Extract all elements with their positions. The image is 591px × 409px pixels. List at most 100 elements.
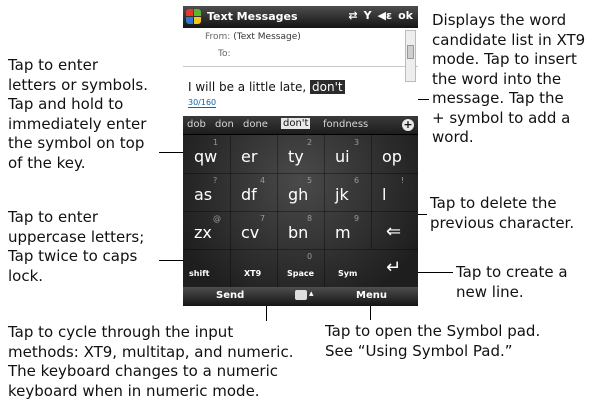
scrollbar-thumb[interactable]: [407, 45, 414, 59]
key-symbol: ?: [213, 176, 218, 185]
sym-key[interactable]: Sym: [324, 249, 371, 287]
key-symbol: 7: [260, 214, 266, 223]
from-value: (Text Message): [233, 32, 301, 42]
key-symbol: 6: [354, 176, 360, 185]
key-symbol: 4: [260, 176, 266, 185]
send-softkey[interactable]: Send: [216, 290, 244, 301]
key-symbol: 1: [213, 138, 219, 147]
key-letters: qw: [194, 147, 218, 166]
key-er[interactable]: er: [230, 135, 277, 173]
word-candidate-list: dob don done don't fondness +: [183, 116, 418, 135]
from-row[interactable]: From: (Text Message): [205, 32, 301, 42]
message-selected-word: don't: [310, 80, 345, 94]
key-symbol: 0: [307, 252, 313, 261]
key-symbol: 2: [307, 138, 313, 147]
callout-word-candidates: Displays the word candidate list in XT9 …: [432, 11, 586, 146]
key-letters: ui: [335, 147, 350, 166]
sym-label: Sym: [338, 269, 358, 278]
callout-cycle-input: Tap to cycle through the input methods: …: [8, 323, 294, 400]
message-body[interactable]: I will be a little late, don't 30/160: [183, 67, 418, 116]
start-flag-blue: [186, 17, 193, 24]
space-label: Space: [287, 269, 315, 278]
key-symbol: 5: [307, 176, 313, 185]
key-zx[interactable]: @ zx: [183, 211, 230, 249]
key-symbol: !: [401, 176, 405, 185]
space-key[interactable]: 0 Space: [277, 249, 324, 287]
key-op[interactable]: op: [371, 135, 418, 173]
enter-key[interactable]: ↵: [371, 249, 418, 287]
key-symbol: @: [213, 214, 221, 223]
xt9-key[interactable]: XT9: [230, 249, 277, 287]
volume-icon: ◀ε: [377, 9, 393, 22]
to-row[interactable]: To:: [218, 49, 231, 59]
key-gh[interactable]: 5 gh: [277, 173, 324, 211]
from-label: From:: [205, 32, 231, 42]
phone-screen: Text Messages ⇄ Y ◀ε ok From: (Text Mess…: [183, 6, 418, 306]
message-scrollbar[interactable]: [405, 30, 416, 82]
key-df[interactable]: 4 df: [230, 173, 277, 211]
candidate-word[interactable]: dob: [187, 119, 206, 130]
menu-softkey[interactable]: Menu: [356, 290, 387, 301]
candidate-word[interactable]: done: [243, 119, 268, 130]
key-qw[interactable]: 1 qw: [183, 135, 230, 173]
start-flag-yellow: [194, 17, 201, 24]
key-letters: m: [335, 223, 351, 242]
key-letters: l: [382, 185, 387, 204]
key-letters: gh: [288, 185, 309, 204]
key-as[interactable]: ? as: [183, 173, 230, 211]
callout-symbol-pad: Tap to open the Symbol pad. See “Using S…: [325, 322, 541, 360]
status-icons: ⇄ Y ◀ε ok: [348, 9, 413, 22]
candidate-word[interactable]: fondness: [323, 119, 368, 130]
key-symbol: 9: [354, 214, 360, 223]
windows-start-icon[interactable]: [186, 9, 202, 25]
key-letters: er: [241, 147, 258, 166]
xt9-label: XT9: [244, 269, 262, 278]
key-letters: op: [382, 147, 402, 166]
key-letters: jk: [335, 185, 349, 204]
key-letters: ty: [288, 147, 304, 166]
key-m[interactable]: 9 m: [324, 211, 371, 249]
data-transfer-icon: ⇄: [348, 9, 358, 22]
key-letters: df: [241, 185, 257, 204]
start-flag-red: [186, 9, 193, 16]
key-jk[interactable]: 6 jk: [324, 173, 371, 211]
char-count: 30/160: [188, 98, 217, 108]
key-l[interactable]: ! l: [371, 173, 418, 211]
keyboard: 1 qw er 2 ty 3 ui op ? as 4 df 5 gh 6 jk…: [183, 135, 418, 287]
key-symbol: 8: [307, 214, 313, 223]
input-selector-button[interactable]: ▴: [295, 289, 315, 303]
callout-uppercase: Tap to enter uppercase letters; Tap twic…: [8, 208, 145, 285]
message-header: From: (Text Message) To:: [183, 28, 418, 67]
signal-icon: Y: [363, 9, 372, 22]
shift-label: shift: [189, 269, 210, 278]
candidate-word[interactable]: don: [215, 119, 234, 130]
key-ui[interactable]: 3 ui: [324, 135, 371, 173]
add-word-button[interactable]: +: [402, 119, 414, 131]
key-symbol: 3: [354, 138, 360, 147]
ok-button[interactable]: ok: [398, 9, 413, 22]
enter-icon: ↵: [386, 257, 402, 278]
key-letters: zx: [194, 223, 212, 242]
title-bar: Text Messages ⇄ Y ◀ε ok: [183, 6, 418, 28]
caret-up-icon: ▴: [309, 289, 314, 299]
message-typed-text: I will be a little late,: [188, 80, 307, 94]
backspace-key[interactable]: ⇐: [371, 211, 418, 249]
key-letters: cv: [241, 223, 260, 242]
key-letters: bn: [288, 223, 309, 242]
key-bn[interactable]: 8 bn: [277, 211, 324, 249]
softkey-bar: Send ▴ Menu: [183, 287, 418, 306]
start-flag-green: [194, 9, 201, 16]
callout-new-line: Tap to create a new line.: [456, 263, 568, 301]
message-text: I will be a little late, don't: [188, 80, 345, 94]
window-title: Text Messages: [207, 10, 298, 23]
callout-delete-char: Tap to delete the previous character.: [430, 194, 575, 232]
key-cv[interactable]: 7 cv: [230, 211, 277, 249]
shift-key[interactable]: shift: [183, 249, 230, 287]
candidate-word-selected[interactable]: don't: [281, 118, 311, 129]
to-label: To:: [218, 49, 231, 59]
callout-enter-letters: Tap to enter letters or symbols. Tap and…: [8, 56, 149, 172]
key-letters: as: [194, 185, 213, 204]
backspace-icon: ⇐: [386, 221, 402, 242]
keyboard-icon: [295, 290, 307, 300]
key-ty[interactable]: 2 ty: [277, 135, 324, 173]
